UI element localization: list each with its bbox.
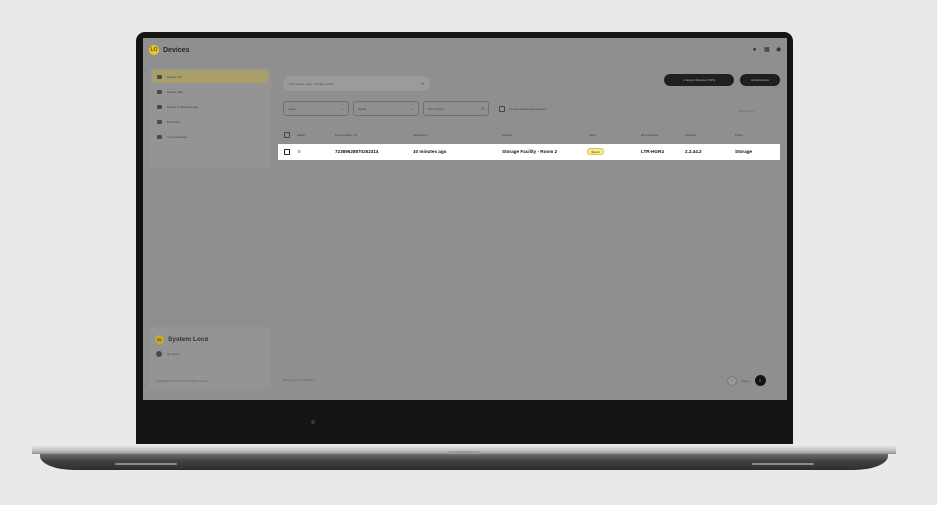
last-report-cell: 10 minutes ago — [413, 149, 447, 154]
page-title: Devices — [163, 46, 190, 54]
next-page-button[interactable]: › — [754, 375, 766, 386]
top-bar: LO Devices ● ▦ ◉ — [143, 38, 787, 62]
col-status[interactable]: Status — [297, 133, 305, 137]
search-icon[interactable]: ⌕ — [421, 81, 424, 87]
col-device-name[interactable]: Device Name / ID — [335, 133, 357, 137]
device-id-cell[interactable]: 72389628870252314 — [335, 149, 378, 154]
include-deactivated-checkbox[interactable] — [499, 105, 505, 112]
add-device-button[interactable]: ⊕ Add device — [740, 74, 780, 86]
device-model-cell: LTR-HGR4 — [641, 149, 664, 154]
filter-bar: Label ⌄ Model ⌄ More Filters ⚲ Include d… — [283, 101, 546, 116]
search-input[interactable]: Find device name / Serial number ⌕ — [283, 76, 430, 91]
map-icon — [157, 89, 162, 94]
results-count: Showing 1 of 1 Devices — [283, 378, 315, 382]
sidebar-item-label: Device Map — [167, 89, 183, 94]
sidebar: Device List Device Map Device Profile Ma… — [149, 68, 271, 168]
prev-page-button[interactable]: ‹ — [727, 375, 737, 386]
system-title: System Loco — [168, 336, 209, 343]
app-logo: LO — [149, 45, 159, 55]
laptop-base-bottom — [40, 454, 888, 470]
user-icon[interactable]: ◉ — [776, 47, 781, 53]
sidebar-item-device-list[interactable]: Device List — [152, 70, 268, 83]
label-filter-text: Label — [288, 106, 296, 111]
system-panel: SL System Loco Go Home © Sematech Soluti… — [149, 327, 271, 389]
include-deactivated-label: Include deactivated devices — [509, 106, 546, 111]
laptop-foot-left — [115, 463, 177, 465]
sidebar-item-label: Import Devices — [167, 134, 188, 139]
grid-icon[interactable]: ▦ — [764, 47, 770, 53]
list-icon — [157, 74, 162, 79]
sidebar-item-import[interactable]: Import Devices — [152, 130, 268, 143]
model-filter-text: Model — [358, 106, 367, 111]
system-home-label: Go Home — [167, 352, 180, 356]
sidebar-item-profile-manager[interactable]: Device Profile Manager — [152, 100, 268, 113]
label-filter[interactable]: Label ⌄ — [283, 101, 349, 116]
col-firmware[interactable]: Firmware — [685, 133, 697, 137]
sidebar-item-label: Device Profile Manager — [167, 104, 199, 109]
chip-icon — [157, 119, 162, 124]
pagination: ‹ Page 1 › — [727, 375, 766, 386]
row-checkbox[interactable] — [284, 149, 290, 155]
more-filters-button[interactable]: More Filters ⚲ — [423, 101, 489, 116]
select-all-checkbox[interactable] — [284, 132, 290, 138]
table-header: Status Device Name / ID Last Report Addr… — [280, 131, 780, 140]
address-cell: Storage Facility - Room 2 — [502, 149, 558, 154]
laptop-foot-right — [752, 463, 814, 465]
more-filters-text: More Filters — [428, 106, 444, 111]
sidebar-item-device-map[interactable]: Device Map — [152, 85, 268, 98]
include-deactivated[interactable]: Include deactivated devices — [499, 105, 546, 112]
sidebar-item-firmware[interactable]: Firmware — [152, 115, 268, 128]
col-profile[interactable]: Profile — [735, 133, 743, 137]
system-logo: SL — [155, 335, 164, 344]
col-last-report[interactable]: Last Report — [413, 133, 427, 137]
filter-icon: ⚲ — [481, 106, 484, 111]
col-device-model[interactable]: Device Model — [641, 133, 658, 137]
model-filter[interactable]: Model ⌄ — [353, 101, 419, 116]
sidebar-item-label: Firmware — [167, 119, 180, 124]
col-address[interactable]: Address — [502, 133, 512, 137]
profile-cell: Storage — [735, 149, 753, 154]
reset-filters-link[interactable]: Reset Filters — [738, 109, 755, 113]
sidebar-item-label: Device List — [167, 74, 182, 79]
search-placeholder: Find device name / Serial number — [289, 81, 334, 86]
status-cell: 0 — [298, 149, 301, 154]
system-header: SL System Loco — [149, 327, 271, 344]
chevron-down-icon: ⌄ — [410, 106, 414, 111]
chevron-down-icon: ⌄ — [340, 106, 344, 111]
col-label[interactable]: Label — [589, 133, 596, 137]
import-icon — [157, 134, 162, 139]
firmware-cell: 2.2.44.2 — [685, 149, 702, 154]
label-badge: Stock — [587, 148, 604, 155]
table-row[interactable]: 0 72389628870252314 10 minutes ago Stora… — [278, 144, 780, 160]
bell-icon[interactable]: ● — [752, 47, 757, 53]
home-icon — [156, 351, 162, 357]
profile-icon — [157, 104, 162, 109]
copyright: © Sematech Solutions 2022. All rights re… — [155, 380, 208, 383]
screen: LO Devices ● ▦ ◉ Device List Device Map … — [143, 38, 787, 400]
webcam — [311, 420, 315, 424]
system-home-link[interactable]: Go Home — [149, 344, 271, 357]
top-icons: ● ▦ ◉ — [752, 47, 782, 53]
export-devices-button[interactable]: ⇩ Export Devices (CSV) — [664, 74, 734, 86]
page-label: Page 1 — [741, 378, 751, 383]
